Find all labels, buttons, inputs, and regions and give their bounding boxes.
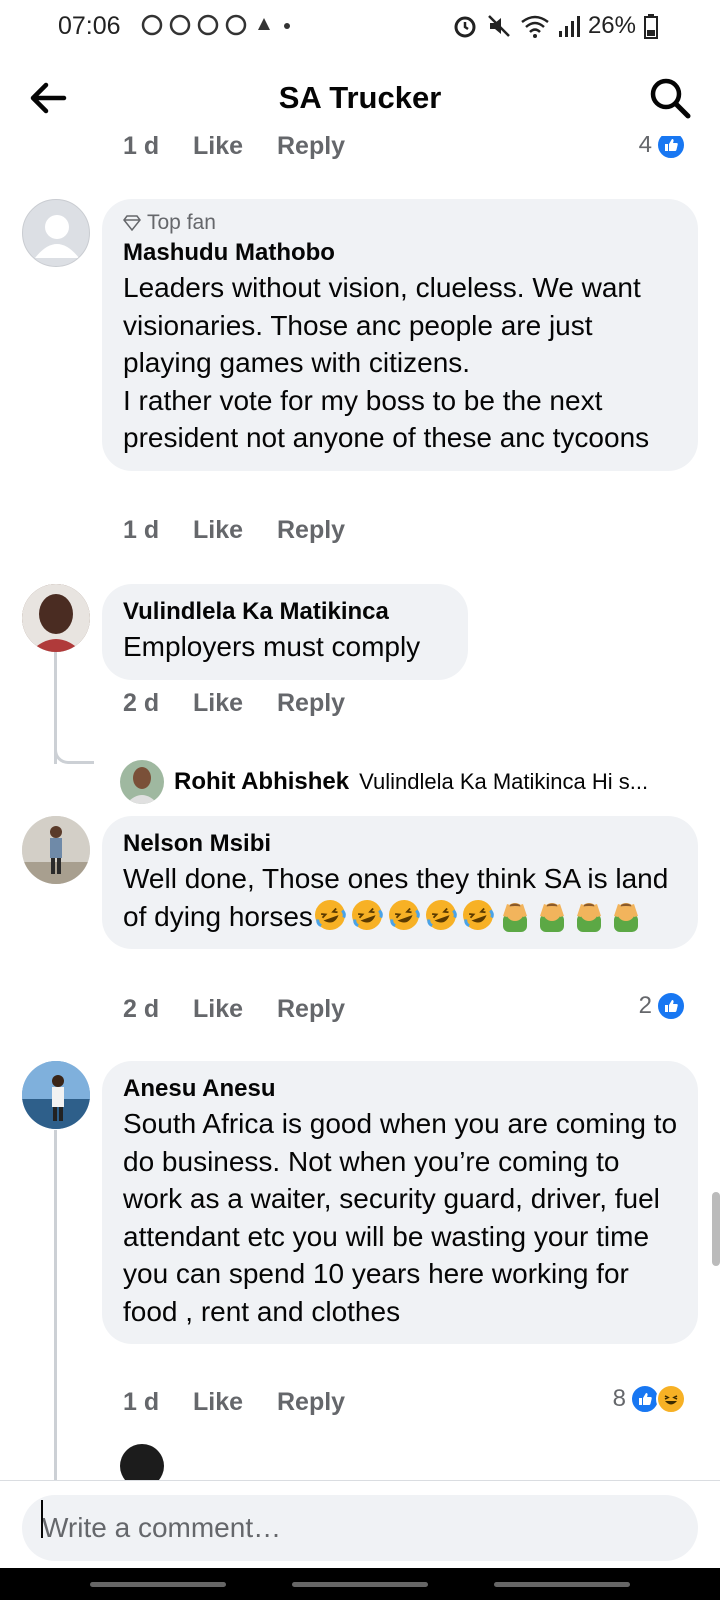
rofl-emoji-icon bbox=[350, 899, 387, 932]
search-button[interactable] bbox=[646, 74, 694, 122]
comment-text: Leaders without vision, clueless. We wan… bbox=[123, 272, 650, 453]
reaction-summary[interactable]: 2 bbox=[639, 991, 686, 1021]
user-photo-icon bbox=[120, 760, 164, 804]
default-avatar-icon bbox=[35, 215, 79, 258]
nav-recents[interactable] bbox=[90, 1582, 226, 1587]
top-fan-badge: Top fan bbox=[123, 211, 678, 235]
like-reaction-icon bbox=[656, 136, 686, 160]
avatar[interactable] bbox=[22, 816, 90, 884]
comment-bubble[interactable]: Vulindlela Ka Matikinca Employers must c… bbox=[102, 584, 468, 680]
haha-reaction-icon bbox=[656, 1384, 686, 1414]
comment-author[interactable]: Nelson Msibi bbox=[123, 828, 678, 860]
comment-text: Employers must comply bbox=[123, 631, 421, 662]
avatar[interactable] bbox=[22, 1061, 90, 1129]
reaction-summary[interactable]: 8 bbox=[613, 1384, 686, 1414]
comment-actions-partial: 1 d Like Reply bbox=[123, 136, 345, 161]
rofl-emoji-icon bbox=[424, 899, 461, 932]
comment-actions: 2 d Like Reply bbox=[123, 689, 345, 718]
reply-button[interactable]: Reply bbox=[277, 136, 345, 161]
comment-bubble[interactable]: Top fan Mashudu Mathobo Leaders without … bbox=[102, 199, 698, 471]
user-photo-icon bbox=[22, 816, 90, 884]
rofl-emoji-icon bbox=[387, 899, 424, 932]
facepalm-emoji-icon bbox=[498, 901, 535, 932]
comment-composer bbox=[0, 1480, 720, 1568]
rofl-emoji-icon bbox=[313, 899, 350, 932]
reply-author: Rohit Abhishek bbox=[174, 768, 350, 795]
facepalm-emoji-icon bbox=[572, 901, 609, 932]
thread-connector bbox=[54, 742, 94, 764]
comment-actions: 2 d Like Reply bbox=[123, 995, 345, 1024]
comment-input[interactable] bbox=[22, 1495, 698, 1561]
facepalm-emoji-icon bbox=[609, 901, 646, 932]
reply-avatar[interactable] bbox=[120, 760, 164, 804]
comment-author[interactable]: Anesu Anesu bbox=[123, 1073, 678, 1105]
page-title: SA Trucker bbox=[278, 80, 442, 115]
like-button[interactable]: Like bbox=[193, 1388, 277, 1417]
reply-text: Vulindlela Ka Matikinca Hi s... bbox=[359, 769, 649, 794]
reply-button[interactable]: Reply bbox=[277, 995, 345, 1024]
reaction-summary[interactable]: 4 bbox=[639, 136, 686, 160]
reaction-count: 2 bbox=[638, 992, 652, 1019]
reply-button[interactable]: Reply bbox=[277, 516, 345, 545]
alarm-icon bbox=[454, 16, 476, 38]
comment-time: 1 d bbox=[123, 1388, 160, 1416]
battery-icon bbox=[644, 14, 658, 39]
emoji-row bbox=[313, 899, 646, 932]
comment-time: 2 d bbox=[123, 995, 160, 1023]
facepalm-emoji-icon bbox=[535, 901, 572, 932]
reply-button[interactable]: Reply bbox=[277, 1388, 345, 1417]
comment-actions: 1 d Like Reply bbox=[123, 1388, 345, 1417]
comment-bubble[interactable]: Anesu Anesu South Africa is good when yo… bbox=[102, 1061, 698, 1344]
like-reaction-icon bbox=[656, 991, 686, 1021]
comment-text: Well done, Those ones they think SA is l… bbox=[123, 860, 678, 935]
thread-line bbox=[54, 1130, 57, 1480]
mute-icon bbox=[488, 15, 510, 37]
avatar[interactable] bbox=[22, 584, 90, 652]
comment-actions: 1 d Like Reply bbox=[123, 516, 345, 545]
comment-time: 1 d bbox=[123, 136, 160, 160]
reply-button[interactable]: Reply bbox=[277, 689, 345, 718]
comment-bubble[interactable]: Nelson Msibi Well done, Those ones they … bbox=[102, 816, 698, 949]
like-button[interactable]: Like bbox=[193, 995, 277, 1024]
comment-text: South Africa is good when you are coming… bbox=[123, 1108, 678, 1327]
comments-list: 1 d Like Reply 4 Top fan Mashudu Mathobo… bbox=[0, 136, 720, 1480]
reaction-count: 4 bbox=[638, 136, 652, 158]
like-button[interactable]: Like bbox=[193, 136, 277, 161]
status-bar: 07:06 26% bbox=[0, 0, 720, 52]
reply-preview[interactable]: Rohit Abhishek Vulindlela Ka Matikinca H… bbox=[120, 760, 700, 804]
comment-time: 1 d bbox=[123, 516, 160, 544]
comment-author[interactable]: Vulindlela Ka Matikinca bbox=[123, 596, 448, 628]
like-button[interactable]: Like bbox=[193, 689, 277, 718]
notification-icons-glyphs bbox=[141, 14, 290, 36]
text-cursor bbox=[41, 1500, 43, 1538]
top-fan-label: Top fan bbox=[147, 211, 216, 234]
scrollbar-thumb[interactable] bbox=[712, 1192, 720, 1266]
system-nav-bar bbox=[0, 1568, 720, 1600]
status-time: 07:06 bbox=[58, 12, 121, 40]
rofl-emoji-icon bbox=[461, 899, 498, 932]
top-app-bar: SA Trucker bbox=[0, 60, 720, 136]
wifi-icon bbox=[521, 15, 549, 38]
next-avatar-partial bbox=[120, 1444, 164, 1480]
like-button[interactable]: Like bbox=[193, 516, 277, 545]
signal-icon bbox=[558, 16, 580, 37]
avatar[interactable] bbox=[22, 199, 90, 267]
status-system-icons: 26% bbox=[452, 12, 658, 40]
user-photo-icon bbox=[22, 584, 90, 652]
battery-percent: 26% bbox=[587, 12, 636, 39]
nav-back[interactable] bbox=[494, 1582, 630, 1587]
search-icon bbox=[650, 78, 691, 119]
comment-time: 2 d bbox=[123, 689, 160, 717]
reaction-count: 8 bbox=[612, 1385, 626, 1412]
nav-home[interactable] bbox=[292, 1582, 428, 1587]
comment-author[interactable]: Mashudu Mathobo bbox=[123, 237, 678, 269]
diamond-icon bbox=[123, 215, 141, 231]
notification-icons bbox=[140, 10, 290, 47]
user-photo-icon bbox=[22, 1061, 90, 1129]
